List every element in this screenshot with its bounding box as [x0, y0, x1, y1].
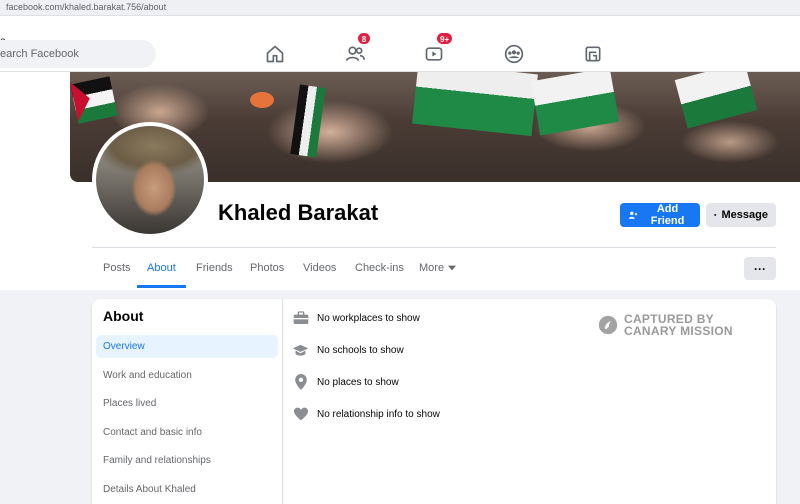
tab-about[interactable]: About — [147, 262, 176, 274]
url-text: facebook.com/khaled.barakat.756/about — [6, 2, 167, 12]
about-nav-places-lived[interactable]: Places lived — [96, 392, 278, 415]
location-pin-icon — [292, 374, 309, 390]
flag-shape — [674, 72, 758, 129]
tab-photos[interactable]: Photos — [250, 262, 284, 274]
profile-name: Khaled Barakat — [218, 200, 379, 225]
nav-groups[interactable] — [494, 36, 534, 72]
about-card-divider — [282, 299, 283, 504]
friends-badge: 8 — [357, 32, 371, 45]
info-row-work: No workplaces to show — [292, 310, 420, 326]
header-divider — [92, 247, 776, 248]
messenger-icon — [714, 213, 717, 217]
info-row-education: No schools to show — [292, 342, 404, 358]
nav-watch[interactable]: 9+ — [414, 32, 454, 72]
nav-friends[interactable]: 8 — [335, 32, 375, 72]
about-nav-work-education[interactable]: Work and education — [96, 364, 278, 387]
watch-icon — [425, 47, 443, 61]
profile-picture[interactable] — [92, 122, 208, 238]
message-label: Message — [721, 209, 768, 221]
info-row-places-text: No places to show — [317, 376, 399, 388]
tab-checkins[interactable]: Check-ins — [355, 262, 404, 274]
home-icon — [266, 45, 284, 63]
search-input[interactable] — [0, 40, 140, 68]
tab-more-label: More — [419, 262, 445, 274]
search-box[interactable] — [0, 40, 156, 68]
heart-icon — [292, 406, 309, 422]
canary-mission-watermark: CAPTURED BY CANARY MISSION — [598, 313, 733, 337]
info-row-relationship: No relationship info to show — [292, 406, 440, 422]
about-nav-family-relationships[interactable]: Family and relationships — [96, 449, 278, 472]
flag-shape — [412, 72, 538, 137]
message-button[interactable]: Message — [706, 203, 776, 227]
canary-logo-icon — [598, 315, 618, 335]
tab-videos[interactable]: Videos — [303, 262, 336, 274]
gaming-icon — [585, 46, 601, 62]
watermark-line-2: CANARY MISSION — [624, 324, 733, 338]
nav-home[interactable] — [255, 36, 295, 72]
info-row-places: No places to show — [292, 374, 399, 390]
flag-shape — [250, 92, 274, 108]
tab-posts[interactable]: Posts — [103, 262, 131, 274]
about-title: About — [103, 308, 144, 324]
tab-friends[interactable]: Friends — [196, 262, 233, 274]
info-row-work-text: No workplaces to show — [317, 312, 420, 324]
watch-badge: 9+ — [436, 32, 454, 45]
briefcase-icon — [292, 310, 309, 326]
add-friend-button[interactable]: Add Friend — [620, 203, 700, 227]
info-row-relationship-text: No relationship info to show — [317, 408, 440, 420]
friends-icon — [345, 46, 365, 61]
flag-shape — [290, 84, 326, 158]
more-options-dots: ··· — [754, 261, 766, 276]
add-friend-label: Add Friend — [650, 203, 685, 227]
tab-more[interactable]: More — [419, 262, 457, 274]
more-options-button[interactable]: ··· — [744, 257, 776, 280]
add-friend-icon — [628, 211, 638, 219]
nav-gaming[interactable] — [573, 36, 613, 72]
caret-down-icon — [448, 265, 457, 271]
browser-url-bar[interactable]: facebook.com/khaled.barakat.756/about — [0, 0, 800, 16]
groups-icon — [504, 44, 524, 64]
info-row-education-text: No schools to show — [317, 344, 404, 356]
about-nav-details[interactable]: Details About Khaled — [96, 478, 278, 501]
about-nav-overview[interactable]: Overview — [96, 335, 278, 358]
graduation-cap-icon — [292, 342, 309, 358]
about-nav-contact-info[interactable]: Contact and basic info — [96, 421, 278, 444]
flag-shape — [530, 72, 620, 136]
active-tab-indicator — [137, 285, 186, 288]
